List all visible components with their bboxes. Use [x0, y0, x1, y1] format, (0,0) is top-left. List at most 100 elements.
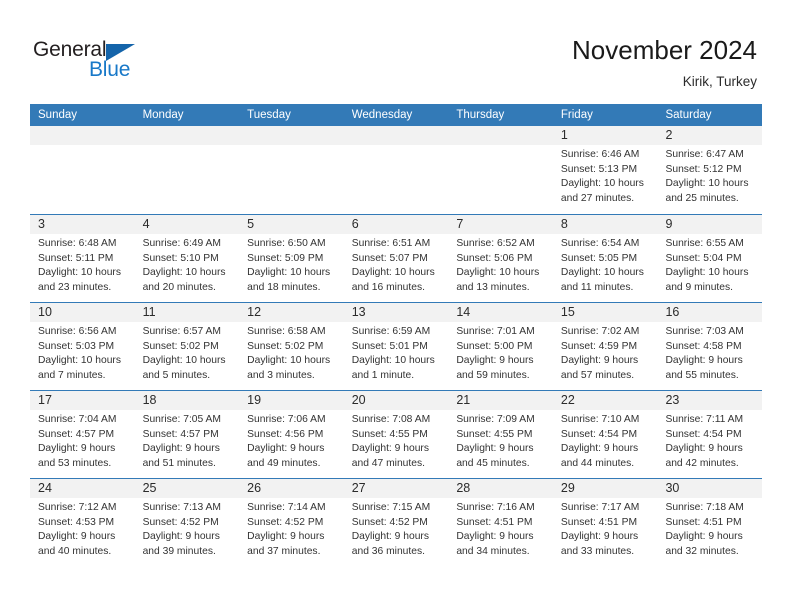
day-cell[interactable]: 14 Sunrise: 7:01 AM Sunset: 5:00 PM Dayligh…	[448, 303, 553, 390]
day-cell[interactable]: 30 Sunrise: 7:18 AM Sunset: 4:51 PM Dayligh…	[657, 479, 763, 566]
sunset-text: Sunset: 5:11 PM	[38, 252, 114, 264]
day-cell[interactable]	[343, 126, 449, 214]
sunset-text: Sunset: 5:01 PM	[351, 340, 428, 352]
day-number: 18	[142, 393, 157, 407]
day-cell[interactable]: 23 Sunrise: 7:11 AM Sunset: 4:54 PM Dayligh…	[657, 391, 763, 478]
daylight-text-line2: and 33 minutes.	[560, 545, 635, 557]
day-number: 27	[351, 481, 366, 495]
day-number: 19	[247, 393, 262, 407]
daylight-text-line1: Daylight: 10 hours	[560, 178, 644, 190]
day-number: 6	[351, 217, 359, 231]
day-cell[interactable]	[239, 126, 344, 214]
day-cell[interactable]: 4 Sunrise: 6:49 AM Sunset: 5:10 PM Daylight…	[134, 215, 240, 302]
day-cell[interactable]: 19 Sunrise: 7:06 AM Sunset: 4:56 PM Dayligh…	[239, 391, 344, 478]
daylight-text-line1: Daylight: 9 hours	[665, 531, 743, 543]
day-cell[interactable]: 16 Sunrise: 7:03 AM Sunset: 4:58 PM Dayligh…	[657, 303, 763, 390]
sunset-text: Sunset: 5:07 PM	[351, 252, 428, 264]
day-cell[interactable]: 7 Sunrise: 6:52 AM Sunset: 5:06 PM Daylight…	[448, 215, 553, 302]
sunset-text: Sunset: 4:55 PM	[351, 428, 428, 440]
day-cell[interactable]: 17 Sunrise: 7:04 AM Sunset: 4:57 PM Dayligh…	[30, 391, 135, 478]
sunrise-text: Sunrise: 6:54 AM	[560, 238, 640, 249]
day-cell[interactable]: 11 Sunrise: 6:57 AM Sunset: 5:02 PM Dayligh…	[134, 303, 240, 390]
sunrise-text: Sunrise: 7:14 AM	[247, 502, 326, 513]
day-cell[interactable]: 2 Sunrise: 6:47 AM Sunset: 5:12 PM Daylight…	[657, 126, 763, 214]
day-number: 9	[665, 217, 673, 231]
daylight-text-line1: Daylight: 9 hours	[665, 443, 743, 455]
day-cell[interactable]: 25 Sunrise: 7:13 AM Sunset: 4:52 PM Dayligh…	[134, 479, 240, 566]
daylight-text-line1: Daylight: 10 hours	[142, 355, 226, 367]
day-cell[interactable]: 22 Sunrise: 7:10 AM Sunset: 4:54 PM Dayligh…	[552, 391, 658, 478]
day-cell[interactable]: 12 Sunrise: 6:58 AM Sunset: 5:02 PM Dayligh…	[239, 303, 344, 390]
daylight-text-line2: and 45 minutes.	[456, 457, 530, 469]
weekday-header-friday: Friday	[560, 109, 593, 121]
day-cell[interactable]: 27 Sunrise: 7:15 AM Sunset: 4:52 PM Dayligh…	[343, 479, 449, 566]
sunset-text: Sunset: 5:00 PM	[456, 340, 533, 352]
day-cell[interactable]: 8 Sunrise: 6:54 AM Sunset: 5:05 PM Daylight…	[552, 215, 658, 302]
sunset-text: Sunset: 5:04 PM	[665, 252, 742, 264]
day-cell[interactable]: 20 Sunrise: 7:08 AM Sunset: 4:55 PM Dayligh…	[343, 391, 449, 478]
sunset-text: Sunset: 4:53 PM	[38, 516, 115, 528]
day-cell[interactable]: 9 Sunrise: 6:55 AM Sunset: 5:04 PM Daylight…	[657, 215, 763, 302]
day-number	[135, 128, 143, 142]
day-number: 29	[560, 481, 575, 495]
day-cell[interactable]: 28 Sunrise: 7:16 AM Sunset: 4:51 PM Dayligh…	[448, 479, 553, 566]
sunrise-text: Sunrise: 7:15 AM	[351, 502, 431, 513]
day-cell[interactable]: 6 Sunrise: 6:51 AM Sunset: 5:07 PM Daylight…	[343, 215, 449, 302]
sunset-text: Sunset: 5:02 PM	[247, 340, 324, 352]
day-cell[interactable]	[134, 126, 240, 214]
daylight-text-line2: and 32 minutes.	[665, 545, 739, 557]
daylight-text-line1: Daylight: 9 hours	[560, 443, 639, 455]
sunrise-text: Sunrise: 6:46 AM	[560, 149, 640, 160]
daylight-text-line2: and 49 minutes.	[247, 457, 321, 469]
sunset-text: Sunset: 5:03 PM	[38, 340, 115, 352]
daylight-text-line1: Daylight: 9 hours	[456, 531, 534, 543]
sunset-text: Sunset: 4:54 PM	[665, 428, 742, 440]
daylight-text-line2: and 3 minutes.	[247, 369, 315, 381]
daylight-text-line1: Daylight: 9 hours	[247, 443, 325, 455]
day-number: 15	[560, 305, 575, 319]
day-cell[interactable]: 21 Sunrise: 7:09 AM Sunset: 4:55 PM Dayligh…	[448, 391, 553, 478]
general-blue-logo[interactable]: General Blue	[33, 38, 183, 84]
day-cell[interactable]: 5 Sunrise: 6:50 AM Sunset: 5:09 PM Daylight…	[239, 215, 344, 302]
daylight-text-line2: and 42 minutes.	[665, 457, 739, 469]
daylight-text-line2: and 13 minutes.	[456, 281, 530, 293]
sunrise-text: Sunrise: 6:47 AM	[665, 149, 744, 160]
day-number: 21	[456, 393, 471, 407]
daylight-text-line1: Daylight: 10 hours	[247, 355, 331, 367]
daylight-text-line1: Daylight: 9 hours	[142, 531, 220, 543]
daylight-text-line1: Daylight: 9 hours	[560, 355, 639, 367]
day-cell[interactable]: 24 Sunrise: 7:12 AM Sunset: 4:53 PM Dayligh…	[30, 479, 135, 566]
day-cell[interactable]: 29 Sunrise: 7:17 AM Sunset: 4:51 PM Dayligh…	[552, 479, 658, 566]
day-cell[interactable]: 26 Sunrise: 7:14 AM Sunset: 4:52 PM Dayligh…	[239, 479, 344, 566]
sunrise-text: Sunrise: 6:55 AM	[665, 238, 744, 249]
sunrise-text: Sunrise: 6:56 AM	[38, 326, 117, 337]
daylight-text-line1: Daylight: 10 hours	[560, 267, 644, 279]
day-number: 11	[142, 305, 156, 319]
day-cell[interactable]	[30, 126, 135, 214]
sunset-text: Sunset: 5:06 PM	[456, 252, 533, 264]
day-number	[30, 128, 38, 142]
day-cell[interactable]: 13 Sunrise: 6:59 AM Sunset: 5:01 PM Dayligh…	[343, 303, 449, 390]
day-number: 22	[560, 393, 575, 407]
daylight-text-line1: Daylight: 9 hours	[247, 531, 325, 543]
weekday-header-sunday: Sunday	[38, 109, 78, 121]
day-cell[interactable]: 15 Sunrise: 7:02 AM Sunset: 4:59 PM Dayligh…	[552, 303, 658, 390]
sunset-text: Sunset: 4:52 PM	[142, 516, 219, 528]
page-header: General Blue November 2024 Kirik, Turkey	[0, 0, 792, 100]
day-cell[interactable]: 3 Sunrise: 6:48 AM Sunset: 5:11 PM Daylight…	[30, 215, 135, 302]
weekday-header-thursday: Thursday	[456, 109, 505, 121]
week-row: 17 Sunrise: 7:04 AM Sunset: 4:57 PM Dayligh…	[30, 390, 763, 478]
daylight-text-line2: and 16 minutes.	[351, 281, 426, 293]
day-cell[interactable]	[448, 126, 553, 214]
day-number: 5	[247, 217, 255, 231]
day-number	[448, 128, 456, 142]
sunrise-text: Sunrise: 7:12 AM	[38, 502, 117, 513]
day-cell[interactable]: 1 Sunrise: 6:46 AM Sunset: 5:13 PM Daylight…	[552, 126, 658, 214]
sunrise-text: Sunrise: 7:08 AM	[351, 414, 431, 425]
day-cell[interactable]: 18 Sunrise: 7:05 AM Sunset: 4:57 PM Dayligh…	[134, 391, 240, 478]
week-row: 24 Sunrise: 7:12 AM Sunset: 4:53 PM Dayligh…	[30, 478, 763, 566]
day-cell[interactable]: 10 Sunrise: 6:56 AM Sunset: 5:03 PM Dayligh…	[30, 303, 135, 390]
daylight-text-line1: Daylight: 9 hours	[665, 355, 743, 367]
daylight-text-line2: and 27 minutes.	[560, 192, 635, 204]
sunset-text: Sunset: 5:10 PM	[142, 252, 219, 264]
